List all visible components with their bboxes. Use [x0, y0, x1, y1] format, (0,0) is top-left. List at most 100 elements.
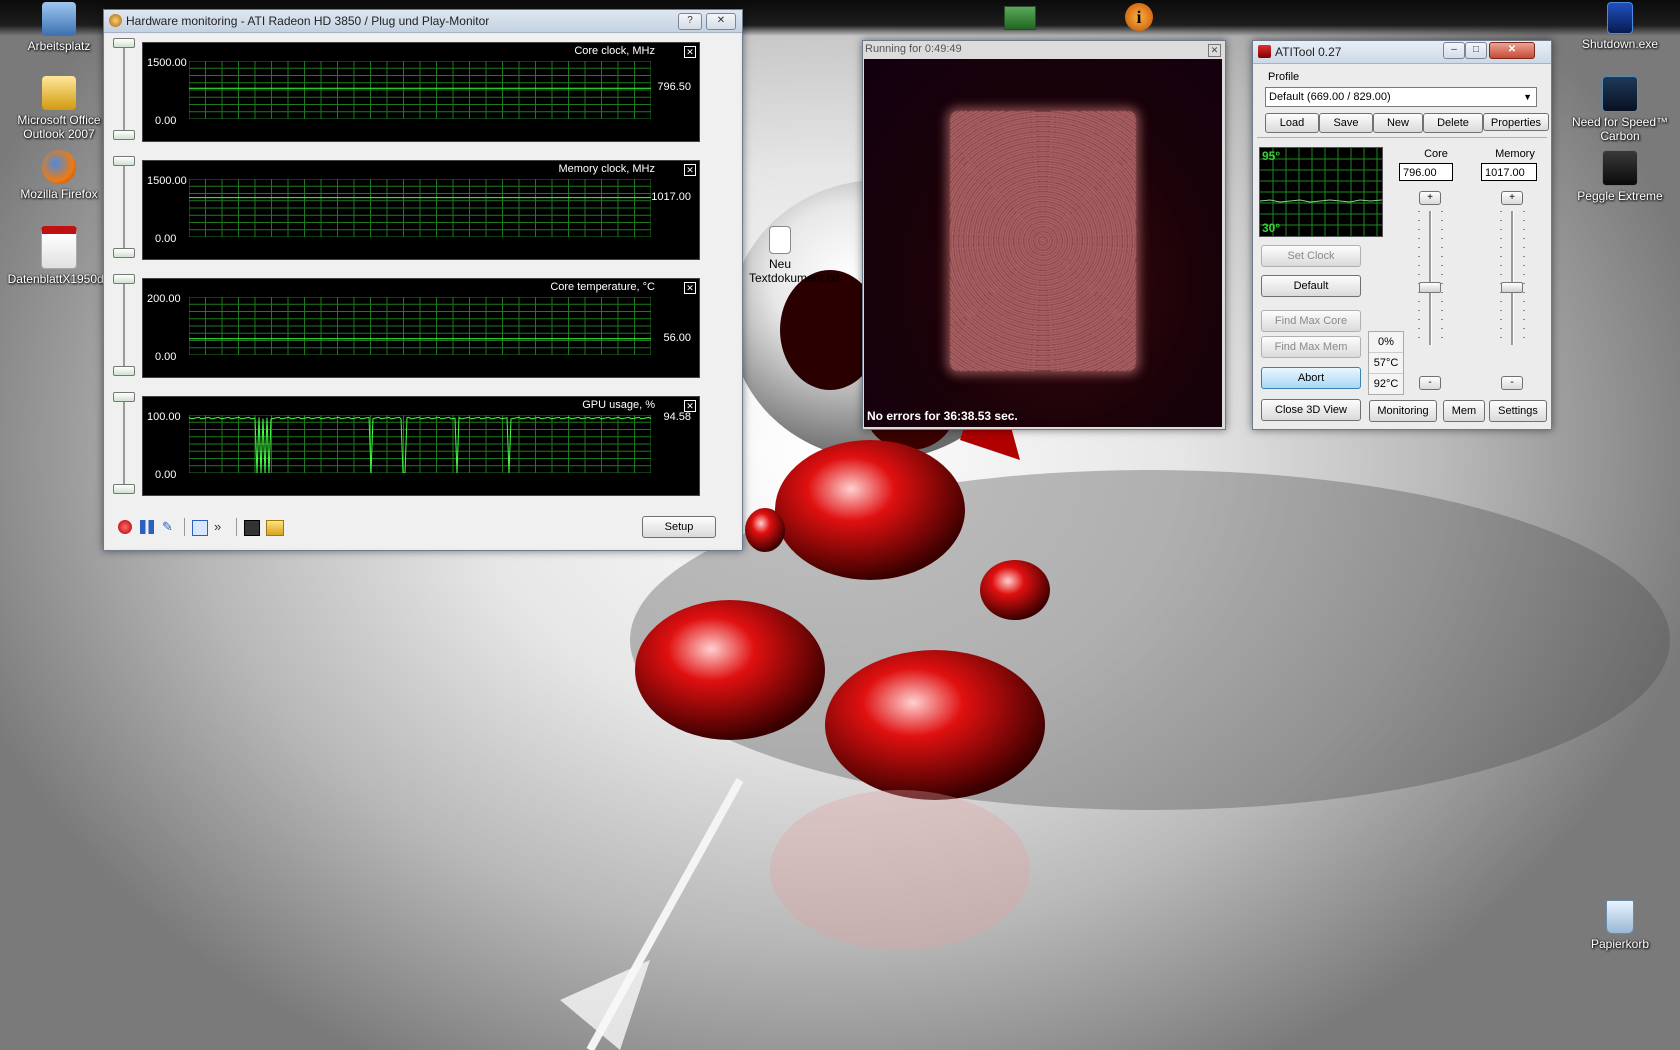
memory-minus-button[interactable]: -: [1501, 376, 1523, 390]
view3d-titlebar[interactable]: Running for 0:49:49 ✕: [863, 41, 1225, 59]
core-slider-track[interactable]: [1429, 211, 1432, 345]
graph-scale-slider-handle[interactable]: [113, 484, 135, 494]
graph-scale-slider-handle[interactable]: [113, 156, 135, 166]
graph-scale-slider-handle[interactable]: [113, 392, 135, 402]
properties-button[interactable]: Properties: [1483, 113, 1549, 131]
graph-close-icon[interactable]: ✕: [684, 164, 696, 176]
close-button[interactable]: ✕: [1489, 42, 1535, 59]
graph-scale-slider-handle[interactable]: [113, 274, 135, 284]
desktop-icon-pdf[interactable]: DatenblattX1950de: [4, 226, 114, 286]
desktop-icon-peggle[interactable]: Peggle Extreme: [1565, 150, 1675, 203]
graph-scale-slider-track[interactable]: [123, 40, 125, 140]
core-minus-button[interactable]: -: [1419, 376, 1441, 390]
hw-monitor-window[interactable]: Hardware monitoring - ATI Radeon HD 3850…: [103, 9, 743, 551]
save-button[interactable]: Save: [1319, 113, 1373, 133]
monitoring-button[interactable]: Monitoring: [1369, 400, 1437, 422]
graph-current-value: 796.50: [657, 81, 691, 93]
expand-icon[interactable]: »: [214, 520, 228, 534]
graph-y-min: 0.00: [155, 233, 177, 245]
recycle-bin-icon: [1606, 900, 1634, 934]
desktop-icon-label: Microsoft Office Outlook 2007: [17, 113, 101, 141]
desktop-icon-label: DatenblattX1950de: [7, 272, 111, 286]
desktop-icon-outlook[interactable]: Microsoft Office Outlook 2007: [4, 76, 114, 141]
readout-box: 0% 57°C 92°C: [1368, 331, 1404, 395]
memory-plus-button[interactable]: +: [1501, 191, 1523, 205]
setup-button[interactable]: Setup: [642, 516, 716, 538]
ati-logo-icon: [1258, 45, 1271, 58]
network-card-icon[interactable]: [1004, 6, 1036, 30]
minimize-button[interactable]: –: [1443, 42, 1465, 59]
hw-monitor-title: Hardware monitoring - ATI Radeon HD 3850…: [126, 14, 490, 28]
memory-slider-track[interactable]: [1511, 211, 1514, 345]
desktop-icon-arbeitsplatz[interactable]: Arbeitsplatz: [4, 2, 114, 53]
load-button[interactable]: Load: [1265, 113, 1319, 133]
graph-close-icon[interactable]: ✕: [684, 400, 696, 412]
close-button[interactable]: ✕: [706, 13, 736, 30]
save-icon[interactable]: [244, 520, 260, 536]
record-icon[interactable]: [118, 520, 132, 534]
text-file-icon: [769, 226, 791, 254]
memory-clock-field[interactable]: 1017.00: [1481, 163, 1537, 181]
core-plus-button[interactable]: +: [1419, 191, 1441, 205]
graph-area: Core clock, MHz 1500.00 0.00 796.50 ✕: [142, 42, 700, 142]
mem-button[interactable]: Mem: [1443, 400, 1485, 422]
view3d-close-button[interactable]: ✕: [1208, 44, 1221, 57]
new-button[interactable]: New: [1373, 113, 1423, 133]
profile-select[interactable]: Default (669.00 / 829.00) ▼: [1265, 87, 1537, 107]
view3d-window[interactable]: Running for 0:49:49 ✕ No errors for 36:3…: [862, 40, 1226, 430]
help-button[interactable]: ?: [678, 13, 702, 30]
graph-scale-slider-handle[interactable]: [113, 248, 135, 258]
graph-area: GPU usage, % 100.00 0.00 94.58 ✕: [142, 396, 700, 496]
gear-icon: [109, 14, 122, 27]
desktop-icon-recycle[interactable]: Papierkorb: [1565, 900, 1675, 951]
core-slider-thumb[interactable]: [1419, 282, 1441, 293]
windows-icon[interactable]: [192, 520, 208, 536]
pause-icon[interactable]: [140, 520, 154, 534]
hw-toolbar: ✎ » Setup: [110, 510, 716, 544]
desktop-icon-shutdown[interactable]: Shutdown.exe: [1565, 2, 1675, 51]
open-folder-icon[interactable]: [266, 520, 284, 536]
graph-scale-slider-handle[interactable]: [113, 366, 135, 376]
memory-slider-ticks: [1500, 211, 1502, 345]
graph-scale-slider-track[interactable]: [123, 394, 125, 494]
hw-monitor-titlebar[interactable]: Hardware monitoring - ATI Radeon HD 3850…: [104, 10, 742, 33]
maximize-button[interactable]: □: [1465, 42, 1487, 59]
desktop-icon-firefox[interactable]: Mozilla Firefox: [4, 150, 114, 201]
hw-monitor-body: GPU usage, % 100.00 0.00 94.58 ✕ Core tempera…: [106, 34, 740, 548]
settings-button[interactable]: Settings: [1489, 400, 1547, 422]
graph-scale-slider-handle[interactable]: [113, 130, 135, 140]
desktop-icon-label: Mozilla Firefox: [20, 187, 98, 201]
graph-grid: [189, 297, 651, 355]
set-clock-button[interactable]: Set Clock: [1261, 245, 1361, 267]
desktop-icon-label: Neu Textdokument.txt: [749, 257, 840, 285]
graph-close-icon[interactable]: ✕: [684, 46, 696, 58]
desktop-icon-label: Peggle Extreme: [1577, 189, 1663, 203]
graph-y-max: 100.00: [147, 411, 181, 423]
chevron-down-icon: ▼: [1523, 92, 1532, 102]
find-max-core-button[interactable]: Find Max Core: [1261, 310, 1361, 332]
abort-button[interactable]: Abort: [1261, 367, 1361, 389]
atitool-titlebar[interactable]: ATITool 0.27 – □ ✕: [1253, 41, 1551, 64]
info-icon[interactable]: i: [1125, 3, 1153, 31]
find-max-mem-button[interactable]: Find Max Mem: [1261, 336, 1361, 358]
graph-current-value: 1017.00: [651, 191, 691, 203]
highlight-icon[interactable]: ✎: [162, 520, 176, 534]
shutdown-icon: [1607, 2, 1633, 34]
desktop-icon-nfs[interactable]: Need for Speed™ Carbon: [1565, 76, 1675, 143]
graph-scale-slider-track[interactable]: [123, 276, 125, 376]
delete-button[interactable]: Delete: [1423, 113, 1483, 133]
firefox-icon: [42, 150, 76, 184]
atitool-title: ATITool 0.27: [1275, 45, 1342, 59]
steam-icon: [1602, 150, 1638, 186]
default-button[interactable]: Default: [1261, 275, 1361, 297]
graph-title: GPU usage, %: [582, 399, 655, 411]
pdf-icon: [41, 226, 77, 269]
graph-scale-slider-handle[interactable]: [113, 38, 135, 48]
graph-scale-slider-track[interactable]: [123, 158, 125, 258]
graph-close-icon[interactable]: ✕: [684, 282, 696, 294]
memory-slider-thumb[interactable]: [1501, 282, 1523, 293]
core-clock-field[interactable]: 796.00: [1399, 163, 1453, 181]
atitool-window[interactable]: ATITool 0.27 – □ ✕ Profile Default (669.…: [1252, 40, 1552, 430]
temp-graph-top: 95°: [1262, 149, 1281, 163]
close-3d-view-button[interactable]: Close 3D View: [1261, 399, 1361, 421]
